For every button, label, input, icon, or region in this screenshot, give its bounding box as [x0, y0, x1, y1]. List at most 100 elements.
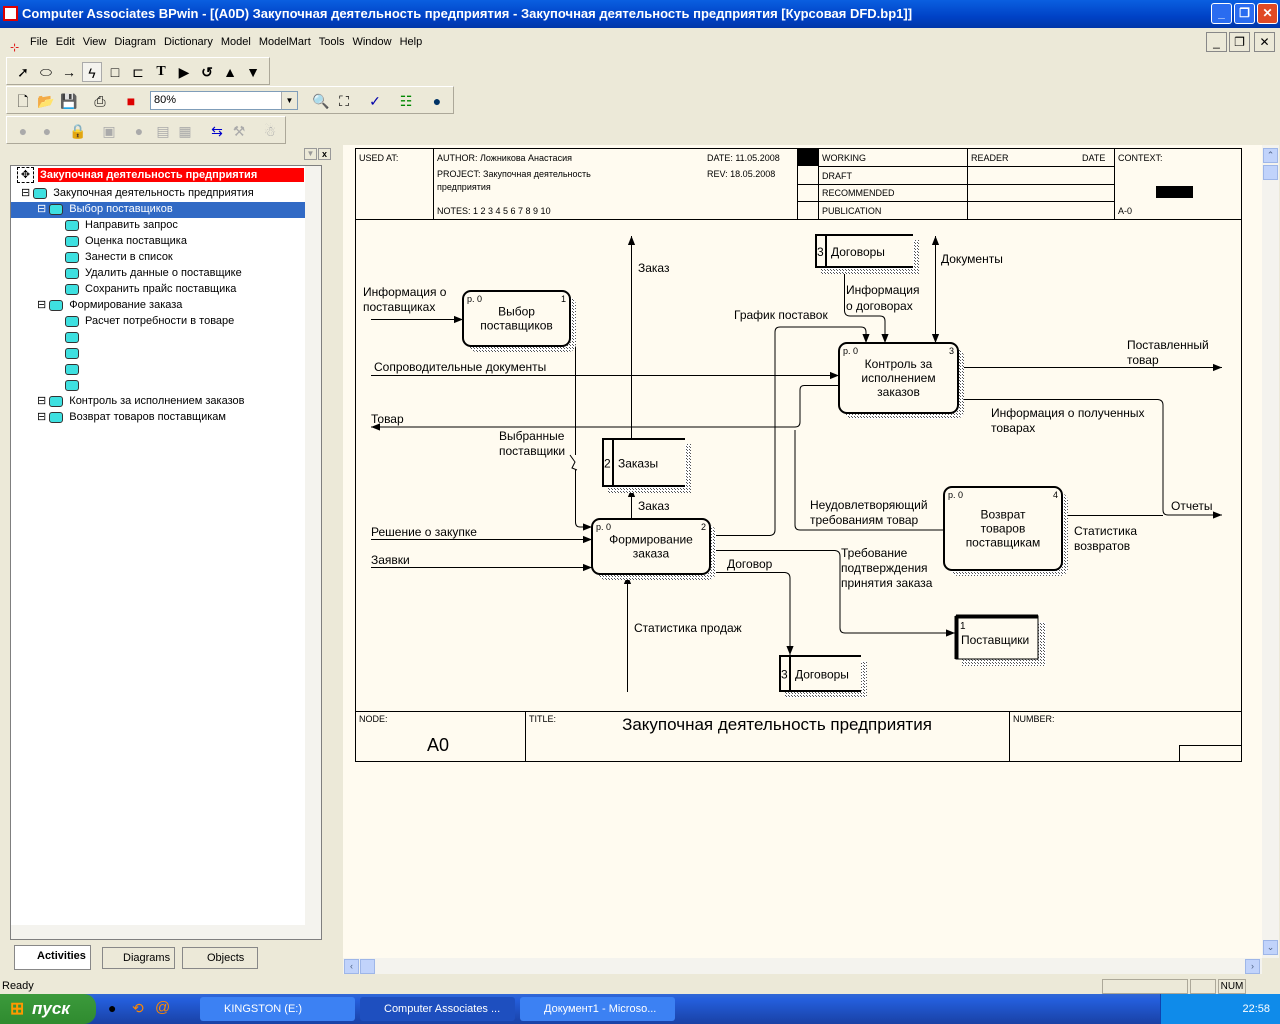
store-number: 2	[604, 457, 611, 471]
process-ref: р. 0	[596, 522, 611, 532]
clock: 22:58	[1242, 1003, 1270, 1015]
arrow-label: Отчеты	[1171, 499, 1212, 513]
status-text: Ready	[2, 980, 34, 992]
author: AUTHOR: Ложникова Анастасия	[437, 153, 572, 163]
data-store[interactable]: 3 Договоры	[779, 655, 867, 698]
status-recommended: RECOMMENDED	[822, 188, 895, 198]
arrow-label: Заявки	[371, 553, 410, 567]
arrow-label: Требование	[841, 546, 908, 560]
context-thumbnail	[1156, 186, 1193, 198]
process-l3: заказов	[877, 385, 920, 399]
process-num: 2	[701, 522, 706, 532]
node-number: A0	[427, 735, 449, 755]
reader-date-label: DATE	[1082, 153, 1105, 163]
process-ref: р. 0	[467, 294, 482, 304]
arrow-contract[interactable]	[710, 572, 794, 656]
date: DATE: 11.05.2008	[707, 153, 780, 163]
arrow-label: требованиям товар	[810, 513, 919, 527]
context-label: CONTEXT:	[1118, 153, 1163, 163]
process-num: 1	[561, 294, 566, 304]
status-pane	[1190, 979, 1216, 994]
node-label: NODE:	[359, 714, 388, 724]
arrow-label: Документы	[941, 252, 1003, 266]
status-pane	[1102, 979, 1188, 994]
arrow-label: Информация о полученных	[991, 406, 1145, 420]
start-button[interactable]: ⊞ пуск	[0, 994, 96, 1024]
diagram-title: Закупочная деятельность предприятия	[622, 715, 932, 734]
task-bpwin[interactable]: Computer Associates ...	[360, 997, 515, 1021]
status-bar: Ready	[0, 978, 1280, 994]
arrow-label: Заказ	[638, 499, 670, 513]
process-l1: Выбор	[498, 305, 535, 319]
quicklaunch-icon[interactable]: ⟲	[132, 1000, 144, 1017]
quicklaunch-icon[interactable]: ●	[108, 1000, 116, 1016]
process-l1: Возврат	[981, 508, 1027, 522]
arrow-label: принятия заказа	[841, 576, 933, 590]
process-box[interactable]: р. 0 3 Контроль заисполнениемзаказов	[838, 342, 964, 419]
project-cont: предприятия	[437, 182, 491, 192]
num-lock-indicator: NUM	[1218, 979, 1246, 994]
process-l3: поставщикам	[966, 536, 1041, 550]
process-l2: исполнением	[861, 371, 935, 385]
arrow-label: товарах	[991, 421, 1035, 435]
arrow-label: Статистика	[1074, 524, 1137, 538]
arrow-label: График поставок	[734, 308, 828, 322]
arrow-goods[interactable]	[371, 384, 839, 431]
arrow-label: Договор	[727, 557, 773, 571]
arrow-label: Поставленный	[1127, 338, 1209, 352]
used-at-label: USED AT:	[359, 153, 398, 163]
squiggle	[569, 454, 578, 471]
arrow-label: Сопроводительные документы	[374, 360, 546, 374]
context-node: A-0	[1118, 206, 1132, 216]
process-num: 3	[949, 346, 954, 356]
arrow-label: товар	[1127, 353, 1159, 367]
status-draft: DRAFT	[822, 171, 852, 181]
arrow-label: Выбранные	[499, 429, 565, 443]
arrow-label: Товар	[371, 412, 404, 426]
process-box[interactable]: р. 0 2 Формированиезаказа	[591, 518, 716, 580]
external-number: 1	[960, 621, 966, 632]
status-working: WORKING	[822, 153, 866, 163]
reader-label: READER	[971, 153, 1009, 163]
process-l2: поставщиков	[480, 319, 553, 333]
number-label: NUMBER:	[1013, 714, 1055, 724]
windows-logo-icon: ⊞	[10, 999, 25, 1018]
system-tray: 22:58	[1160, 994, 1280, 1024]
data-store[interactable]: 2 Заказы	[602, 438, 691, 493]
process-l1: Контроль за	[865, 357, 933, 371]
arrow-label: о договорах	[846, 299, 913, 313]
external-entity-suppliers[interactable]: 1 Поставщики	[954, 614, 1046, 666]
project: PROJECT: Закупочная деятельность	[437, 169, 591, 179]
process-l1: Формирование	[609, 533, 693, 547]
arrow-chosen-suppliers[interactable]	[570, 319, 592, 527]
data-store[interactable]: 3 Договоры	[815, 234, 919, 274]
arrow-label: Решение о закупке	[371, 525, 477, 539]
process-box[interactable]: р. 0 1 Выборпоставщиков	[462, 290, 576, 352]
store-number: 3	[781, 668, 788, 682]
quicklaunch-icon[interactable]: @	[155, 999, 170, 1016]
arrow-label: возвратов	[1074, 539, 1130, 553]
process-l2: заказа	[633, 547, 670, 561]
arrow-label: Неудовлетворяющий	[810, 498, 928, 512]
process-ref: р. 0	[843, 346, 858, 356]
arrow-label: Информация о	[363, 285, 447, 299]
external-name: Поставщики	[961, 633, 1029, 647]
dfd-diagram: USED AT: AUTHOR: Ложникова Анастасия PRO…	[355, 148, 1242, 762]
store-number: 3	[817, 245, 824, 259]
task-word[interactable]: Документ1 - Microso...	[520, 997, 675, 1021]
store-name: Договоры	[795, 668, 849, 682]
arrow-label: подтверждения	[841, 561, 928, 575]
process-box[interactable]: р. 0 4 Возвраттоваровпоставщикам	[943, 486, 1068, 576]
arrow-label: Статистика продаж	[634, 621, 742, 635]
notes: NOTES: 1 2 3 4 5 6 7 8 9 10	[437, 206, 551, 216]
arrow-label: поставщиках	[363, 300, 435, 314]
process-l2: товаров	[981, 522, 1026, 536]
process-ref: р. 0	[948, 490, 963, 500]
working-status-marker	[798, 149, 818, 166]
taskbar: ⊞ пуск ● ⟲ @ KINGSTON (E:) Computer Assoc…	[0, 994, 1280, 1024]
start-label: пуск	[32, 999, 70, 1018]
status-publication: PUBLICATION	[822, 206, 881, 216]
arrow-label: Информация	[846, 283, 919, 297]
task-kingston[interactable]: KINGSTON (E:)	[200, 997, 355, 1021]
title-label: TITLE:	[529, 714, 556, 724]
